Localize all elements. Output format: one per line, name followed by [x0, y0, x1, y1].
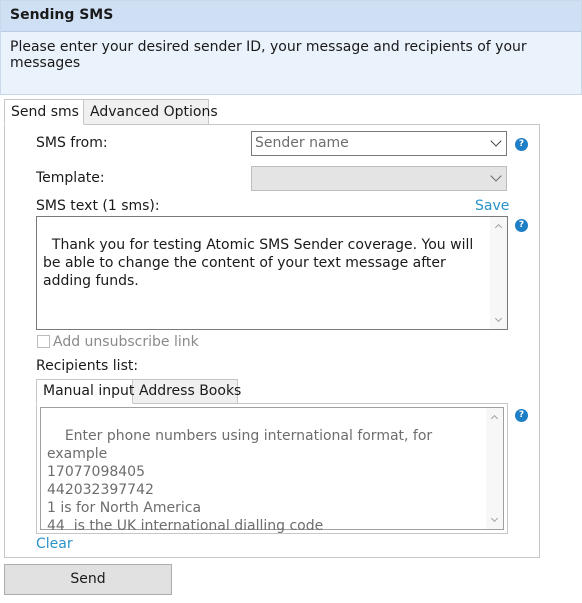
help-icon[interactable]: ?: [515, 219, 528, 232]
chevron-down-icon: [490, 135, 502, 147]
template-label: Template:: [36, 170, 105, 186]
sms-from-label: SMS from:: [36, 135, 108, 151]
unsubscribe-checkbox[interactable]: [37, 335, 50, 348]
unsubscribe-label: Add unsubscribe link: [53, 334, 199, 350]
page-title: Sending SMS: [1, 1, 581, 32]
tab-manual-input[interactable]: Manual input: [36, 379, 134, 404]
scrollbar[interactable]: [486, 408, 503, 529]
help-icon[interactable]: ?: [515, 409, 528, 422]
manual-input-panel: Enter phone numbers using international …: [36, 403, 508, 534]
chevron-down-icon: [490, 170, 502, 182]
recipients-input[interactable]: Enter phone numbers using international …: [40, 407, 504, 534]
recipients-label: Recipients list:: [36, 358, 139, 374]
sender-select[interactable]: Sender name: [251, 131, 507, 156]
sms-text-input[interactable]: Thank you for testing Atomic SMS Sender …: [36, 216, 508, 330]
scrollbar[interactable]: [490, 217, 507, 329]
clear-link[interactable]: Clear: [36, 536, 73, 552]
recipients-placeholder: Enter phone numbers using international …: [47, 428, 433, 534]
tab-address-books[interactable]: Address Books: [132, 379, 241, 404]
scroll-down-icon[interactable]: [494, 314, 503, 323]
scroll-up-icon[interactable]: [494, 223, 503, 232]
tab-send-sms[interactable]: Send sms: [4, 99, 84, 125]
sms-text-label: SMS text (1 sms):: [36, 198, 160, 214]
help-icon[interactable]: ?: [515, 138, 528, 151]
template-select[interactable]: [251, 166, 507, 191]
send-button[interactable]: Send: [4, 564, 172, 595]
page-description: Please enter your desired sender ID, you…: [10, 39, 527, 71]
scroll-down-icon[interactable]: [490, 514, 499, 523]
sms-text-value: Thank you for testing Atomic SMS Sender …: [43, 237, 478, 289]
sender-select-value: Sender name: [255, 135, 349, 151]
scroll-up-icon[interactable]: [490, 414, 499, 423]
save-template-link[interactable]: Save: [475, 198, 509, 214]
tab-advanced-options[interactable]: Advanced Options: [83, 99, 218, 125]
page-header: Sending SMS Please enter your desired se…: [0, 0, 582, 95]
